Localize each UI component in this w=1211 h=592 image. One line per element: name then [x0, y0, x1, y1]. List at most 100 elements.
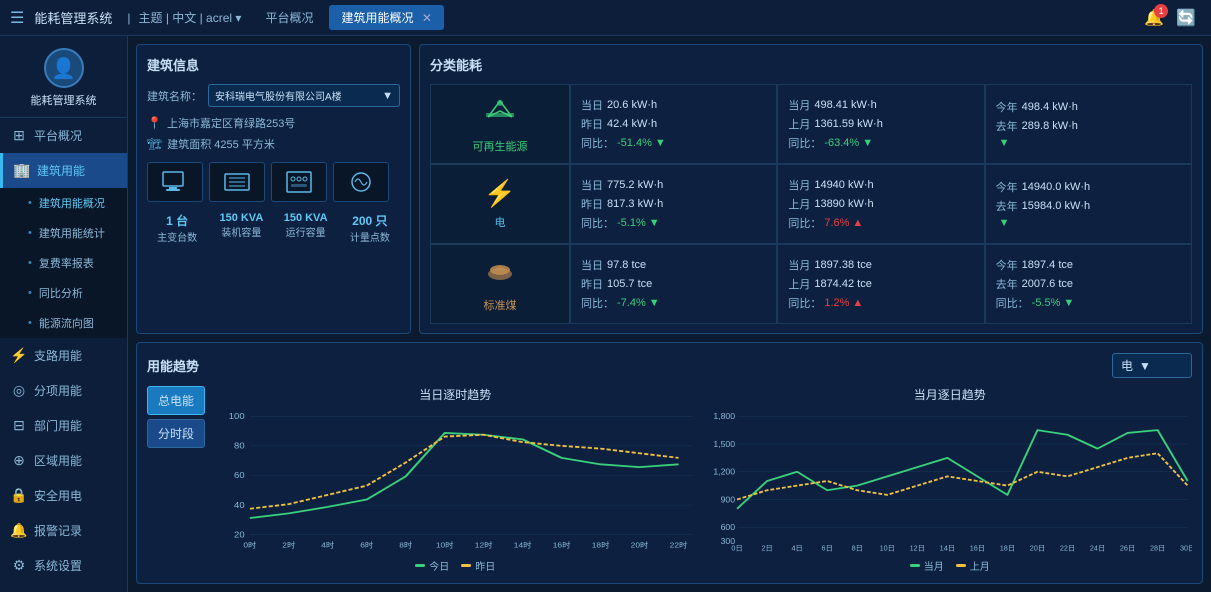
energy-electricity-month: 当月14940 kW·h 上月13890 kW·h 同比：7.6%▲: [777, 164, 984, 244]
topbar-theme[interactable]: 主题 | 中文 | acrel ▾: [138, 9, 241, 26]
legend-last-month-dot: [956, 564, 966, 567]
topbar-brand: 能耗管理系统: [34, 8, 112, 27]
renewable-icon: [484, 95, 516, 133]
svg-text:2时: 2时: [282, 540, 295, 549]
svg-text:4日: 4日: [791, 545, 802, 553]
sidebar-sub-nav: 建筑用能概况 建筑用能统计 复费率报表 同比分析 能源流向图: [0, 188, 127, 338]
content-area: 建筑信息 建筑名称： 安科瑞电气股份有限公司A楼 ▼ 📍 上海市嘉定区育绿路25…: [128, 36, 1211, 592]
svg-text:22日: 22日: [1059, 545, 1074, 553]
building-info-title: 建筑信息: [147, 55, 400, 74]
dept-icon: ⊟: [10, 417, 28, 434]
tab-building-energy[interactable]: 建筑用能概况 ✕: [329, 5, 443, 30]
building-address-row: 📍 上海市嘉定区育绿路253号: [147, 115, 400, 131]
main-layout: 👤 能耗管理系统 ⊞ 平台概况 🏢 建筑用能 建筑用能概况 建筑用能统计 复费率: [0, 36, 1211, 592]
svg-text:28日: 28日: [1149, 545, 1164, 553]
branch-icon: ⚡: [10, 347, 28, 364]
location-icon: 📍: [147, 116, 162, 130]
sidebar-item-zone[interactable]: ⊕ 区域用能: [0, 443, 127, 478]
subitem-icon: ◎: [10, 382, 28, 399]
trend-selector[interactable]: 电 ▼: [1112, 353, 1192, 378]
energy-grid: 可再生能源 当日20.6 kW·h 昨日42.4 kW·h 同比：-51.4%▼…: [430, 84, 1192, 324]
svg-text:8时: 8时: [399, 540, 412, 549]
sidebar-item-platform[interactable]: ⊞ 平台概况: [0, 118, 127, 153]
monthly-chart-title: 当月逐日趋势: [708, 386, 1193, 403]
daily-chart: 当日逐时趋势 100 80: [213, 386, 698, 573]
tab-platform-overview[interactable]: 平台概况: [253, 5, 325, 30]
settings-icon: ⚙: [10, 557, 28, 574]
area-icon: 🏗: [147, 137, 162, 151]
category-energy-title: 分类能耗: [430, 55, 1192, 74]
svg-text:1,500: 1,500: [713, 439, 735, 449]
svg-text:14日: 14日: [939, 545, 954, 553]
svg-text:6日: 6日: [821, 545, 832, 553]
sidebar-sub-rate-report[interactable]: 复费率报表: [0, 248, 127, 278]
sidebar-item-branch[interactable]: ⚡ 支路用能: [0, 338, 127, 373]
chart-area: 当日逐时趋势 100 80: [213, 386, 1192, 573]
svg-text:20时: 20时: [631, 540, 649, 549]
sidebar-sub-building-stats[interactable]: 建筑用能统计: [0, 218, 127, 248]
energy-renewable-year: 今年498.4 kW·h 去年289.8 kW·h ▼: [985, 84, 1192, 164]
category-energy-card: 分类能耗 可再生能源 当日20.6 kW·h 昨日42.4 kW·h 同比：-5…: [419, 44, 1203, 334]
energy-electricity-day: 当日775.2 kW·h 昨日817.3 kW·h 同比：-5.1%▼: [570, 164, 777, 244]
sidebar-sub-building-overview[interactable]: 建筑用能概况: [0, 188, 127, 218]
safety-icon: 🔒: [10, 487, 28, 504]
sidebar-item-safety[interactable]: 🔒 安全用电: [0, 478, 127, 513]
sidebar-system-name: 能耗管理系统: [31, 94, 97, 109]
sidebar-item-subitem[interactable]: ◎ 分项用能: [0, 373, 127, 408]
topbar-tabs: 平台概况 建筑用能概况 ✕: [253, 5, 443, 30]
btn-time-segment[interactable]: 分时段: [147, 419, 205, 448]
selector-chevron-icon: ▼: [1139, 359, 1151, 373]
svg-text:18日: 18日: [999, 545, 1014, 553]
menu-icon[interactable]: ☰: [10, 8, 24, 28]
sidebar-item-building[interactable]: 🏢 建筑用能: [0, 153, 127, 188]
svg-text:10时: 10时: [436, 540, 454, 549]
sidebar-sub-energy-flow[interactable]: 能源流向图: [0, 308, 127, 338]
transformer-icon-box: [209, 162, 265, 202]
energy-coal-year: 今年1897.4 tce 去年2007.6 tce 同比：-5.5%▼: [985, 244, 1192, 324]
tab-close-icon[interactable]: ✕: [422, 11, 432, 25]
legend-current-month: 当月: [910, 558, 944, 573]
stat-meter-count: 200 只 计量点数: [340, 212, 400, 244]
svg-text:16时: 16时: [553, 540, 571, 549]
coal-icon: [485, 256, 515, 292]
legend-today: 今日: [415, 558, 449, 573]
btn-total-energy[interactable]: 总电能: [147, 386, 205, 415]
svg-text:40: 40: [234, 500, 245, 509]
topbar: ☰ 能耗管理系统 | 主题 | 中文 | acrel ▾ 平台概况 建筑用能概况…: [0, 0, 1211, 36]
energy-type-electricity: ⚡ 电: [430, 164, 570, 244]
svg-text:900: 900: [720, 494, 735, 504]
trend-section: 用能趋势 电 ▼ 总电能 分时段 当日逐时趋势: [136, 342, 1203, 584]
notification-button[interactable]: 🔔 1: [1144, 8, 1164, 28]
stat-transformer-count: 1 台 主变台数: [147, 212, 207, 244]
panel-icon-box: [271, 162, 327, 202]
svg-text:20日: 20日: [1029, 545, 1044, 553]
sidebar-item-dept[interactable]: ⊟ 部门用能: [0, 408, 127, 443]
building-area-row: 🏗 建筑面积 4255 平方米: [147, 136, 400, 152]
svg-text:16日: 16日: [969, 545, 984, 553]
stat-installed-cap: 150 KVA 装机容量: [211, 212, 271, 244]
monthly-chart: 当月逐日趋势 1,800 1,500: [708, 386, 1193, 573]
sidebar-item-settings[interactable]: ⚙ 系统设置: [0, 548, 127, 583]
topbar-right: 🔔 1 🔄: [1144, 8, 1196, 28]
svg-text:1,800: 1,800: [713, 411, 735, 421]
sidebar-nav: ⊞ 平台概况 🏢 建筑用能 建筑用能概况 建筑用能统计 复费率报表 同比分析: [0, 118, 127, 592]
refresh-button[interactable]: 🔄: [1176, 8, 1196, 28]
equipment-stats-grid: 1 台 主变台数 150 KVA 装机容量 150 KVA 运行容量 200 只…: [147, 212, 400, 244]
sidebar-profile: 👤 能耗管理系统: [0, 36, 127, 118]
computer-icon-box: [147, 162, 203, 202]
building-name-label: 建筑名称：: [147, 88, 202, 104]
daily-chart-svg-wrap: 100 80 60 40 20 0时 2时 4时 6时 8时: [213, 407, 698, 555]
sidebar-item-alarm[interactable]: 🔔 报警记录: [0, 513, 127, 548]
electricity-icon: ⚡: [484, 178, 516, 209]
svg-text:60: 60: [234, 471, 245, 480]
select-chevron-icon: ▼: [382, 90, 393, 102]
legend-current-month-dot: [910, 564, 920, 567]
topbar-separator: |: [127, 11, 130, 25]
building-name-select[interactable]: 安科瑞电气股份有限公司A楼 ▼: [208, 84, 400, 107]
svg-text:0日: 0日: [731, 545, 742, 553]
energy-type-renewable: 可再生能源: [430, 84, 570, 164]
sidebar-sub-yoy[interactable]: 同比分析: [0, 278, 127, 308]
top-section: 建筑信息 建筑名称： 安科瑞电气股份有限公司A楼 ▼ 📍 上海市嘉定区育绿路25…: [136, 44, 1203, 334]
platform-icon: ⊞: [10, 127, 28, 144]
svg-text:18时: 18时: [592, 540, 610, 549]
